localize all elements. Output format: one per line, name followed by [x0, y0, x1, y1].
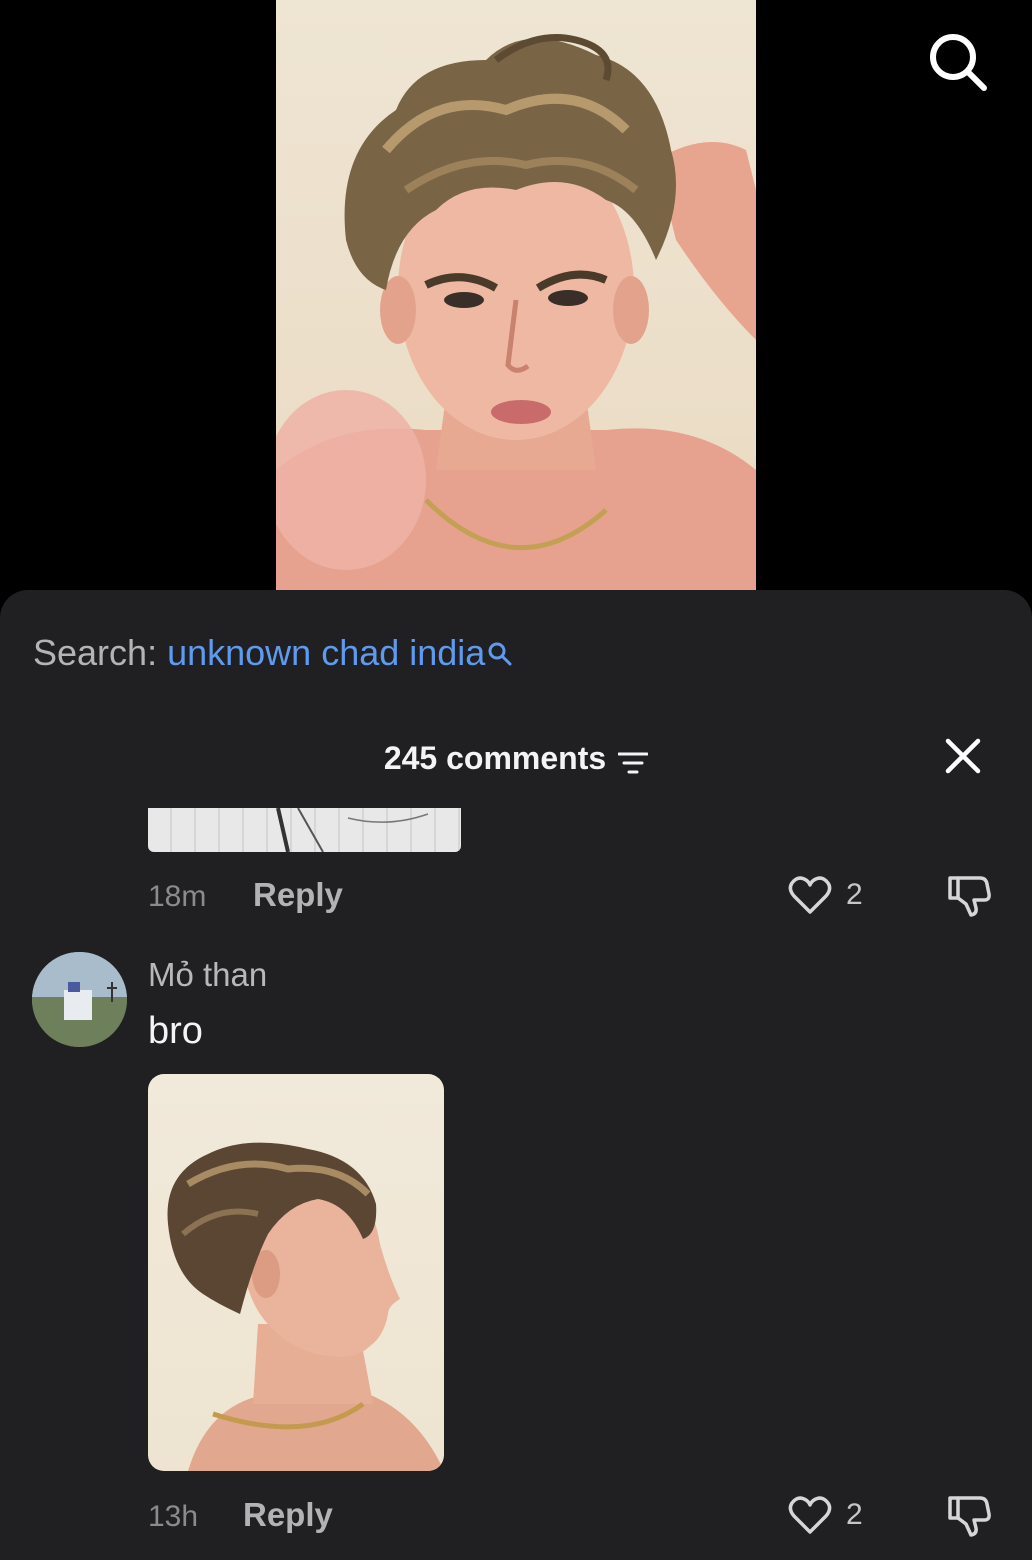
- search-suggestion[interactable]: Search: unknown chad india: [33, 632, 513, 674]
- comments-count: 245 comments: [383, 739, 607, 776]
- video-player[interactable]: [0, 0, 1032, 600]
- comment-time: 18m: [148, 880, 207, 913]
- like-button[interactable]: 2: [788, 1490, 863, 1540]
- comment-username[interactable]: Mỏ than: [148, 956, 267, 994]
- reply-button[interactable]: Reply: [243, 1496, 333, 1534]
- comments-sheet: Search: unknown chad india 245 comments …: [0, 590, 1032, 1560]
- heart-icon: [788, 1496, 832, 1534]
- avatar[interactable]: [32, 952, 127, 1047]
- video-frame[interactable]: [276, 0, 756, 592]
- search-icon[interactable]: [924, 28, 990, 94]
- reply-button[interactable]: Reply: [253, 876, 343, 914]
- search-mini-icon: [487, 634, 513, 666]
- comment-text: bro: [148, 1010, 203, 1052]
- like-count: 2: [846, 1498, 863, 1531]
- dislike-icon[interactable]: [946, 1492, 992, 1538]
- like-count: 2: [846, 878, 863, 911]
- close-icon[interactable]: [940, 733, 986, 779]
- comment-meta-row: 18m Reply 2: [148, 876, 998, 920]
- search-query-link[interactable]: unknown chad india: [167, 632, 485, 673]
- filter-lines-icon[interactable]: [617, 746, 649, 774]
- heart-icon: [788, 876, 832, 914]
- like-button[interactable]: 2: [788, 870, 863, 920]
- comment-meta-row: 13h Reply 2: [148, 1496, 998, 1540]
- dislike-icon[interactable]: [946, 872, 992, 918]
- search-prefix-label: Search:: [33, 632, 158, 673]
- comments-header: 245 comments: [0, 734, 1032, 782]
- comment-time: 13h: [148, 1500, 199, 1533]
- video-person-illustration: [276, 34, 756, 592]
- comment-image-attachment[interactable]: [148, 1074, 444, 1471]
- comment-image-attachment[interactable]: [148, 808, 461, 852]
